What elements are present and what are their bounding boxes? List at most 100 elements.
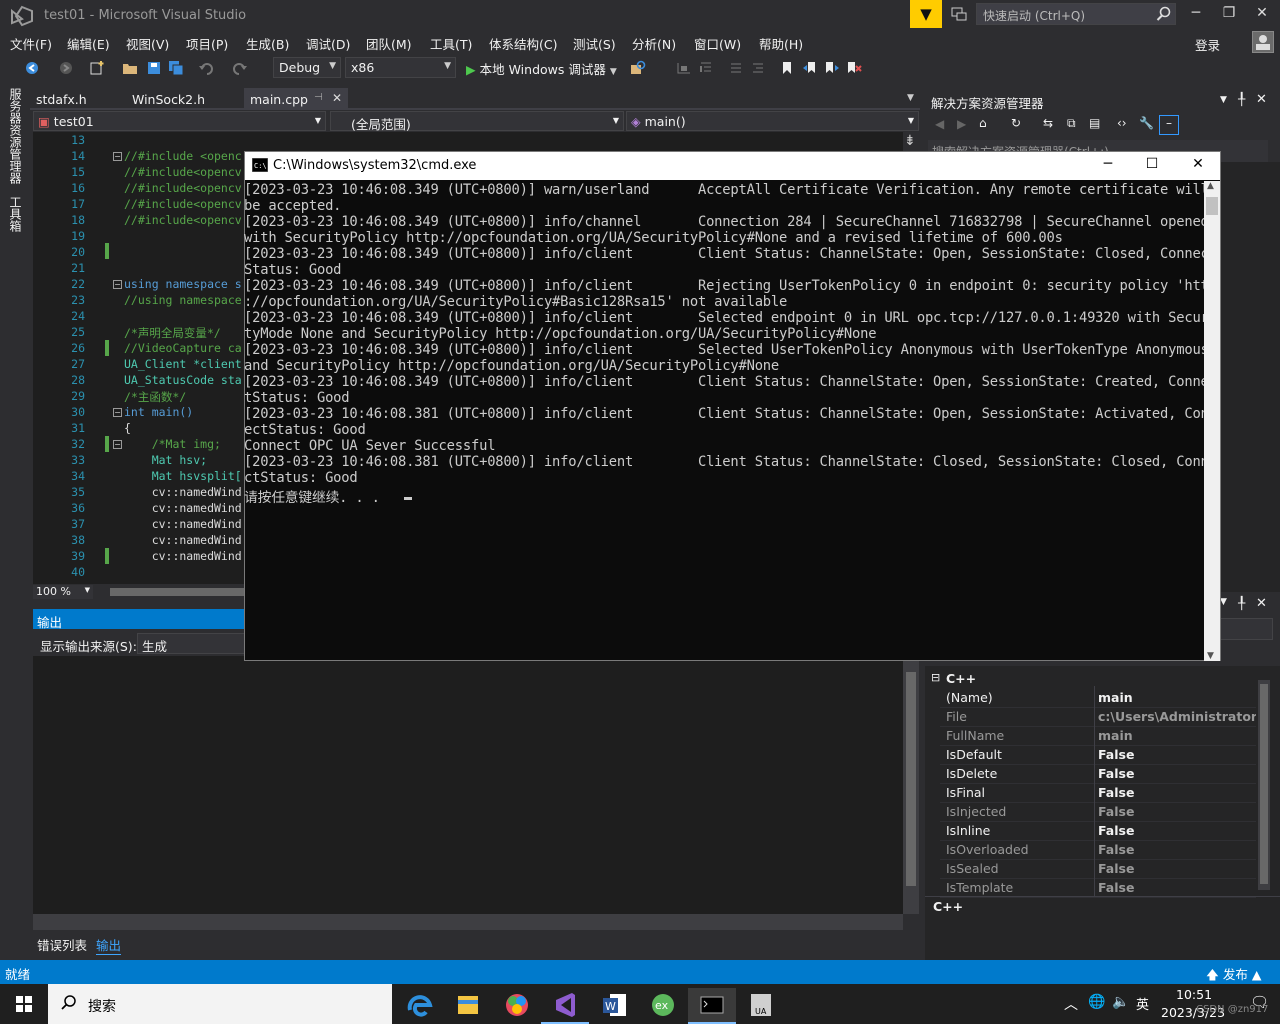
property-value[interactable]: c:\Users\Administrator.DE [1098,709,1256,724]
property-value[interactable]: False [1098,861,1256,876]
menu-edit[interactable]: 编辑(E) [67,34,110,53]
collapse-category-icon[interactable]: ⊟ [931,671,940,684]
bookmark-icon[interactable] [779,60,795,76]
chevron-down-icon[interactable]: ▼ [1220,95,1227,105]
cmd-maximize-button[interactable]: ☐ [1138,156,1166,176]
menu-file[interactable]: 文件(F) [10,34,52,53]
new-project-icon[interactable] [89,60,105,76]
uncomment-icon[interactable] [750,60,766,76]
property-name[interactable]: FullName [946,728,1004,743]
zoom-dropdown[interactable]: 100 % ▼ [33,585,93,599]
start-button[interactable] [0,984,48,1024]
property-name[interactable]: IsSealed [946,861,999,876]
cmd-minimize-button[interactable]: ─ [1094,156,1122,176]
fold-toggle-icon[interactable]: − [113,280,122,289]
property-value[interactable]: main [1098,728,1256,743]
cmd-console-output[interactable]: [2023-03-23 10:46:08.349 (UTC+0800)] war… [244,181,1204,661]
speaker-icon[interactable]: 🔈 [1112,994,1129,1010]
visual-studio-taskbar-icon[interactable] [541,988,589,1024]
property-value[interactable]: False [1098,804,1256,819]
tab-output[interactable]: 输出 [96,935,122,955]
account-icon[interactable] [1252,31,1274,53]
word-icon[interactable]: W [590,988,638,1024]
fold-toggle-icon[interactable]: − [113,440,122,449]
property-name[interactable]: IsDelete [946,766,997,781]
history-icon[interactable]: ↻ [1011,116,1021,130]
menu-debug[interactable]: 调试(D) [306,34,350,53]
chevron-up-icon[interactable]: ︿ [1064,994,1078,1014]
undo-icon[interactable] [198,60,214,76]
home-icon[interactable]: ⌂ [979,116,987,130]
clear-bookmarks-icon[interactable] [846,60,862,76]
preview-icon[interactable]: – [1159,115,1179,135]
feedback-icon[interactable] [950,5,968,23]
menu-build[interactable]: 生成(B) [246,34,289,53]
property-column-divider[interactable] [1094,686,1095,896]
tab-main-cpp[interactable]: main.cpp [250,92,308,107]
find-in-files-icon[interactable] [630,60,646,76]
cmd-vertical-scrollbar[interactable]: ▲ ▼ [1204,181,1220,661]
cmd-taskbar-icon[interactable] [688,988,736,1024]
edge-icon[interactable] [396,988,444,1024]
global-scope-dropdown[interactable]: (全局范围) ▼ [330,111,624,132]
fold-toggle-icon[interactable]: − [113,152,122,161]
show-all-files-icon[interactable]: ▤ [1089,116,1100,130]
property-value[interactable]: False [1098,842,1256,857]
menu-view[interactable]: 视图(V) [126,34,169,53]
property-name[interactable]: IsInline [946,823,990,838]
comment-icon[interactable] [728,60,744,76]
prev-bookmark-icon[interactable] [802,60,818,76]
platform-dropdown[interactable]: x86 ▼ [345,57,456,78]
cmd-close-button[interactable]: ✕ [1184,156,1212,176]
navigate-forward-icon[interactable] [58,60,74,76]
ua-expert-icon[interactable]: UA [737,988,785,1024]
solution-config-dropdown[interactable]: Debug ▼ [273,57,341,78]
member-scope-dropdown[interactable]: ◈ main() ▼ [626,111,919,131]
menu-team[interactable]: 团队(M) [366,34,412,53]
project-scope-dropdown[interactable]: ▣ test01 ▼ [33,111,326,131]
start-debugging-button[interactable]: ▶ 本地 Windows 调试器 ▼ [466,59,617,78]
redo-icon[interactable] [232,60,248,76]
pin-icon[interactable]: ⊣ [314,92,323,103]
pin-icon[interactable]: ╀ [1238,596,1245,610]
tab-error-list[interactable]: 错误列表 [37,935,87,954]
menu-help[interactable]: 帮助(H) [759,34,803,53]
horizontal-scrollbar[interactable] [110,588,244,596]
network-icon[interactable]: 🌐 [1088,994,1105,1010]
search-icon[interactable] [1156,6,1172,22]
menu-analyze[interactable]: 分析(N) [632,34,676,53]
property-value[interactable]: False [1098,785,1256,800]
step-icon[interactable] [676,60,692,76]
scroll-up-icon[interactable]: ▲ [1207,181,1214,191]
property-value[interactable]: False [1098,880,1256,895]
cmd-scroll-thumb[interactable] [1206,197,1218,215]
file-explorer-icon[interactable] [444,988,492,1024]
navigate-back-icon[interactable] [24,60,40,76]
menu-project[interactable]: 项目(P) [186,34,228,53]
property-value[interactable]: False [1098,747,1256,762]
property-name[interactable]: IsOverloaded [946,842,1029,857]
split-editor-icon[interactable]: ⇟ [904,133,916,149]
property-name[interactable]: File [946,709,967,724]
menu-architecture[interactable]: 体系结构(C) [489,34,557,53]
close-tab-icon[interactable]: ✕ [332,91,342,105]
property-name[interactable]: IsDefault [946,747,1002,762]
back-icon[interactable]: ◀ [935,117,944,131]
save-all-icon[interactable] [168,60,184,76]
chevron-down-icon[interactable]: ▼ [1220,597,1227,607]
output-text-area[interactable] [33,656,903,914]
properties-scrollbar[interactable] [1258,680,1270,890]
paint-icon[interactable] [493,988,541,1024]
property-name[interactable]: (Name) [946,690,993,705]
menu-window[interactable]: 窗口(W) [694,34,741,53]
close-button[interactable]: ✕ [1252,5,1272,23]
output-horizontal-scrollbar[interactable] [33,914,903,930]
menu-tools[interactable]: 工具(T) [430,34,472,53]
forward-icon[interactable]: ▶ [957,117,966,131]
property-name[interactable]: IsInjected [946,804,1006,819]
ime-indicator[interactable]: 英 [1136,994,1149,1013]
collapse-icon[interactable]: ⧉ [1067,116,1076,131]
open-file-icon[interactable] [122,60,138,76]
sync-icon[interactable]: ⇆ [1043,116,1053,130]
property-value[interactable]: False [1098,766,1256,781]
